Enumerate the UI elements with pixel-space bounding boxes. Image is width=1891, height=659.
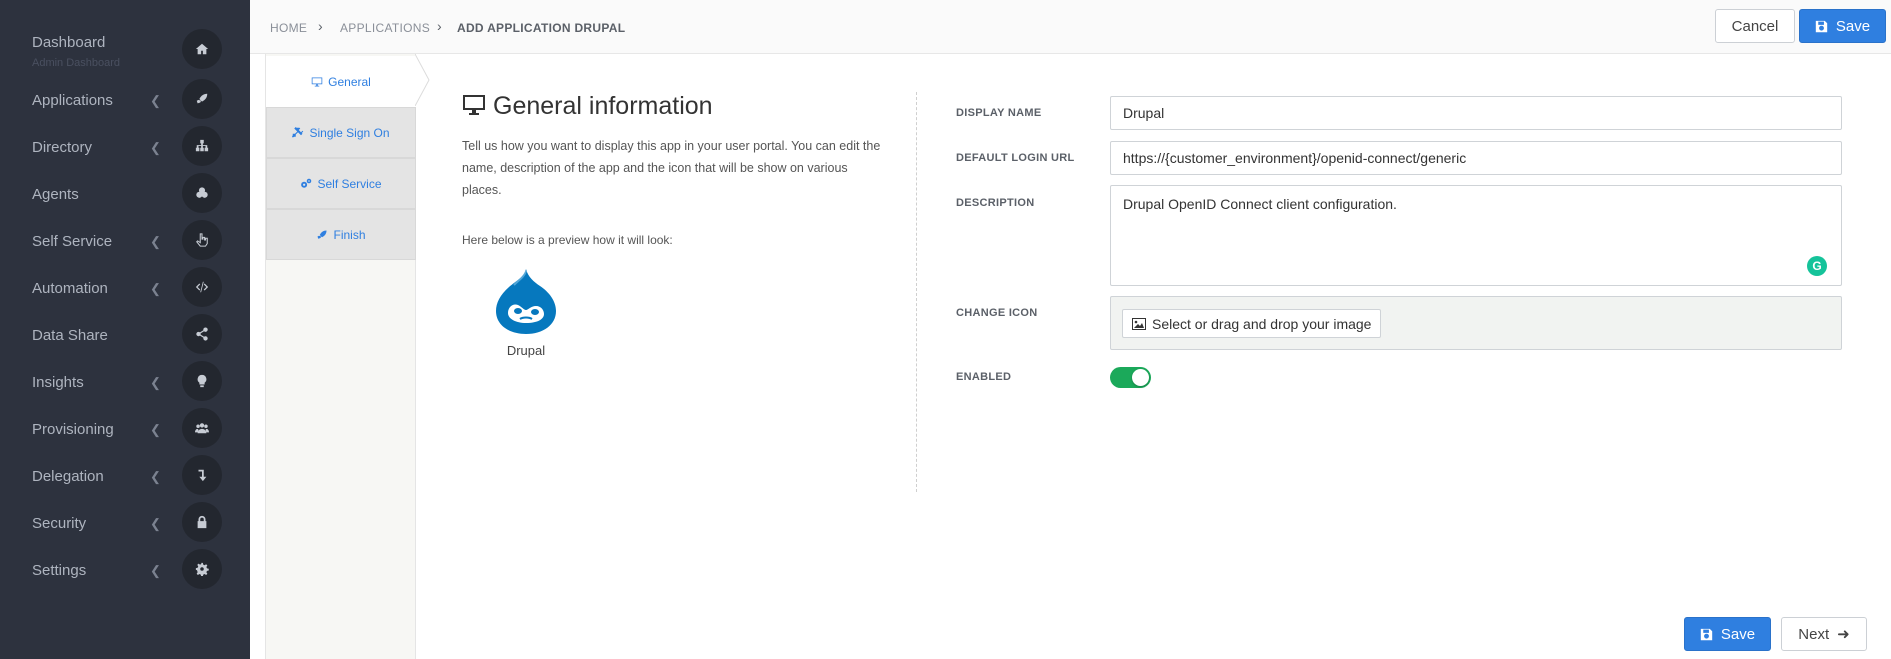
sitemap-icon: [182, 126, 222, 166]
sidebar-item-self-service[interactable]: Self Service ❮: [0, 217, 250, 264]
chevron-right-icon: ›: [437, 18, 442, 34]
floppy-disk-icon: [1815, 20, 1828, 32]
enabled-toggle[interactable]: [1110, 367, 1151, 388]
sidebar-item-directory[interactable]: Directory ❮: [0, 123, 250, 170]
change-icon-label: CHANGE ICON: [956, 307, 1038, 319]
enabled-label: ENABLED: [956, 371, 1012, 383]
grammarly-icon[interactable]: G: [1807, 256, 1827, 276]
next-button[interactable]: Next ➜: [1781, 617, 1867, 651]
sidebar-item-label: Applications: [32, 92, 113, 109]
sidebar-item-label: Agents: [32, 186, 79, 203]
chevron-left-icon: ❮: [150, 422, 161, 437]
step-label: Finish: [333, 227, 366, 242]
save-label: Save: [1720, 625, 1756, 643]
step-label: Single Sign On: [309, 125, 390, 140]
breadcrumb-applications[interactable]: APPLICATIONS: [340, 21, 430, 35]
image-icon: [1132, 317, 1146, 330]
step-label: General: [328, 74, 371, 89]
cogs-icon: [301, 178, 312, 188]
users-icon: [182, 408, 222, 448]
desktop-icon: [311, 77, 323, 86]
step-finish[interactable]: Finish: [266, 209, 416, 260]
plug-icon: [292, 126, 304, 137]
save-label: Save: [1835, 17, 1871, 35]
sidebar-item-label: Automation: [32, 280, 108, 297]
sidebar-item-dashboard[interactable]: Dashboard Admin Dashboard: [0, 24, 250, 71]
chevron-left-icon: ❮: [150, 375, 161, 390]
breadcrumb-home[interactable]: HOME: [270, 21, 307, 35]
select-image-label: Select or drag and drop your image: [1152, 315, 1372, 332]
select-image-button[interactable]: Select or drag and drop your image: [1122, 309, 1382, 338]
section-divider: [916, 92, 917, 492]
rocket-icon: [182, 79, 222, 119]
description-label: DESCRIPTION: [956, 197, 1035, 209]
sidebar-item-label: Directory: [32, 139, 93, 156]
arrow-right-icon: ➜: [1837, 626, 1850, 643]
cancel-label: Cancel: [1731, 17, 1779, 35]
sidebar-item-automation[interactable]: Automation ❮: [0, 264, 250, 311]
sidebar-item-label: Self Service: [32, 233, 113, 250]
step-label: Self Service: [317, 176, 382, 191]
step-single-sign-on[interactable]: Single Sign On: [266, 107, 416, 158]
rocket-icon: [317, 230, 327, 239]
breadcrumb-current: ADD APPLICATION DRUPAL: [457, 21, 626, 35]
chevron-left-icon: ❮: [150, 516, 161, 531]
gear-icon: [182, 549, 222, 589]
sidebar-item-agents[interactable]: Agents: [0, 170, 250, 217]
cancel-button[interactable]: Cancel: [1715, 9, 1795, 43]
desktop-icon: [463, 95, 485, 115]
chevron-left-icon: ❮: [150, 93, 161, 108]
sidebar-item-label: Data Share: [32, 327, 108, 344]
sidebar-item-settings[interactable]: Settings ❮: [0, 546, 250, 593]
step-general[interactable]: General: [266, 56, 416, 107]
page-title: General information: [493, 92, 713, 120]
sidebar-item-security[interactable]: Security ❮: [0, 499, 250, 546]
sidebar-item-data-share[interactable]: Data Share: [0, 311, 250, 358]
chevron-left-icon: ❮: [150, 563, 161, 578]
drupal-logo-icon: [496, 269, 556, 334]
sidebar-item-sublabel: Admin Dashboard: [32, 57, 121, 69]
sidebar-item-label: Security: [32, 515, 87, 532]
chevron-left-icon: ❮: [150, 469, 161, 484]
toggle-knob: [1132, 369, 1149, 386]
sidebar-item-label: Provisioning: [32, 421, 114, 438]
lightbulb-icon: [182, 361, 222, 401]
next-label: Next: [1798, 625, 1830, 643]
level-down-icon: [182, 455, 222, 495]
sidebar-item-label: Dashboard: [32, 34, 106, 51]
chevron-right-icon: ›: [318, 18, 323, 34]
sidebar-item-insights[interactable]: Insights ❮: [0, 358, 250, 405]
chevron-left-icon: ❮: [150, 140, 161, 155]
sidebar-item-provisioning[interactable]: Provisioning ❮: [0, 405, 250, 452]
display-name-label: DISPLAY NAME: [956, 107, 1042, 119]
sidebar-item-label: Settings: [32, 562, 87, 579]
app-preview-name: Drupal: [506, 343, 546, 358]
sidebar-item-delegation[interactable]: Delegation ❮: [0, 452, 250, 499]
chevron-left-icon: ❮: [150, 281, 161, 296]
chevron-left-icon: ❮: [150, 234, 161, 249]
sidebar-item-applications[interactable]: Applications ❮: [0, 76, 250, 123]
description-field[interactable]: Drupal OpenID Connect client configurati…: [1110, 185, 1842, 286]
save-button[interactable]: Save: [1799, 9, 1886, 43]
preview-note: Here below is a preview how it will look…: [462, 233, 673, 247]
step-self-service[interactable]: Self Service: [266, 158, 416, 209]
login-url-field[interactable]: [1110, 141, 1842, 175]
display-name-field[interactable]: [1110, 96, 1842, 130]
sidebar: Dashboard Admin Dashboard Applications ❮…: [0, 0, 250, 659]
floppy-disk-icon: [1700, 628, 1713, 640]
cogs-icon: [182, 173, 222, 213]
lock-icon: [182, 502, 222, 542]
step-arrow: [415, 54, 430, 106]
home-icon: [182, 29, 222, 69]
intro-text: Tell us how you want to display this app…: [462, 139, 881, 197]
login-url-label: DEFAULT LOGIN URL: [956, 152, 1075, 164]
share-icon: [182, 314, 222, 354]
hand-pointer-icon: [182, 220, 222, 260]
sidebar-item-label: Insights: [32, 374, 84, 391]
sidebar-item-label: Delegation: [32, 468, 104, 485]
code-icon: [182, 267, 222, 307]
footer-save-button[interactable]: Save: [1684, 617, 1771, 651]
